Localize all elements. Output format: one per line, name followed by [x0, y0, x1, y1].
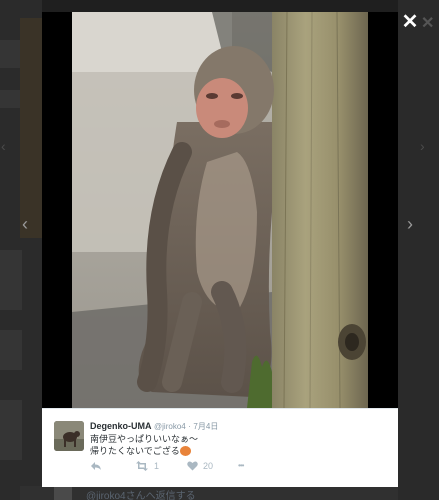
- avatar[interactable]: [54, 421, 84, 451]
- more-button[interactable]: •••: [238, 461, 244, 470]
- retweet-icon: [136, 461, 148, 471]
- monkey-photo-image: [72, 12, 368, 408]
- tweet-text-line-2-content: 帰りたくないでござる: [90, 446, 180, 456]
- reply-icon: [91, 462, 101, 470]
- background-next-arrow-icon: ›: [420, 138, 425, 154]
- background-avatar: [54, 487, 72, 500]
- media-viewer: [42, 12, 398, 408]
- media-photo[interactable]: [72, 12, 368, 408]
- retweet-button[interactable]: 1: [135, 461, 159, 471]
- avatar-image: [54, 421, 84, 451]
- heart-icon: [187, 461, 198, 471]
- next-media-button[interactable]: ›: [407, 215, 413, 233]
- tweet-text-line-2: 帰りたくないでござる: [90, 445, 198, 457]
- background-right-column: [398, 0, 439, 500]
- like-button[interactable]: 20: [187, 461, 213, 471]
- background-reply-bar: [20, 486, 398, 500]
- monkey-emoji-icon: [179, 445, 191, 456]
- background-reply-text: @jiroko4さんへ返信する: [86, 491, 196, 500]
- close-viewer-button[interactable]: ✕: [401, 12, 419, 32]
- retweet-count: 1: [154, 461, 160, 471]
- tweet-header: Degenko-UMA @jiroko4 · 7月4日: [90, 420, 218, 433]
- tweet-actions: 1 20 •••: [90, 461, 390, 475]
- tweet-date[interactable]: 7月4日: [193, 422, 218, 431]
- more-icon: •••: [238, 461, 244, 470]
- like-count: 20: [203, 461, 214, 471]
- user-name[interactable]: Degenko-UMA: [90, 421, 152, 431]
- tweet-card: Degenko-UMA @jiroko4 · 7月4日 南伊豆やっぱりいいなぁ～…: [42, 408, 398, 487]
- prev-media-button[interactable]: ‹: [22, 215, 28, 233]
- background-close-icon: ✕: [421, 15, 435, 32]
- background-prev-arrow-icon: ‹: [1, 138, 6, 154]
- reply-button[interactable]: [90, 461, 102, 471]
- tweet-text-line-1: 南伊豆やっぱりいいなぁ～: [90, 434, 199, 444]
- background-image-strip: [20, 18, 42, 238]
- header-separator: ·: [188, 422, 191, 431]
- tweet-text: 南伊豆やっぱりいいなぁ～ 帰りたくないでござる: [90, 433, 198, 457]
- user-handle[interactable]: @jiroko4: [154, 422, 186, 431]
